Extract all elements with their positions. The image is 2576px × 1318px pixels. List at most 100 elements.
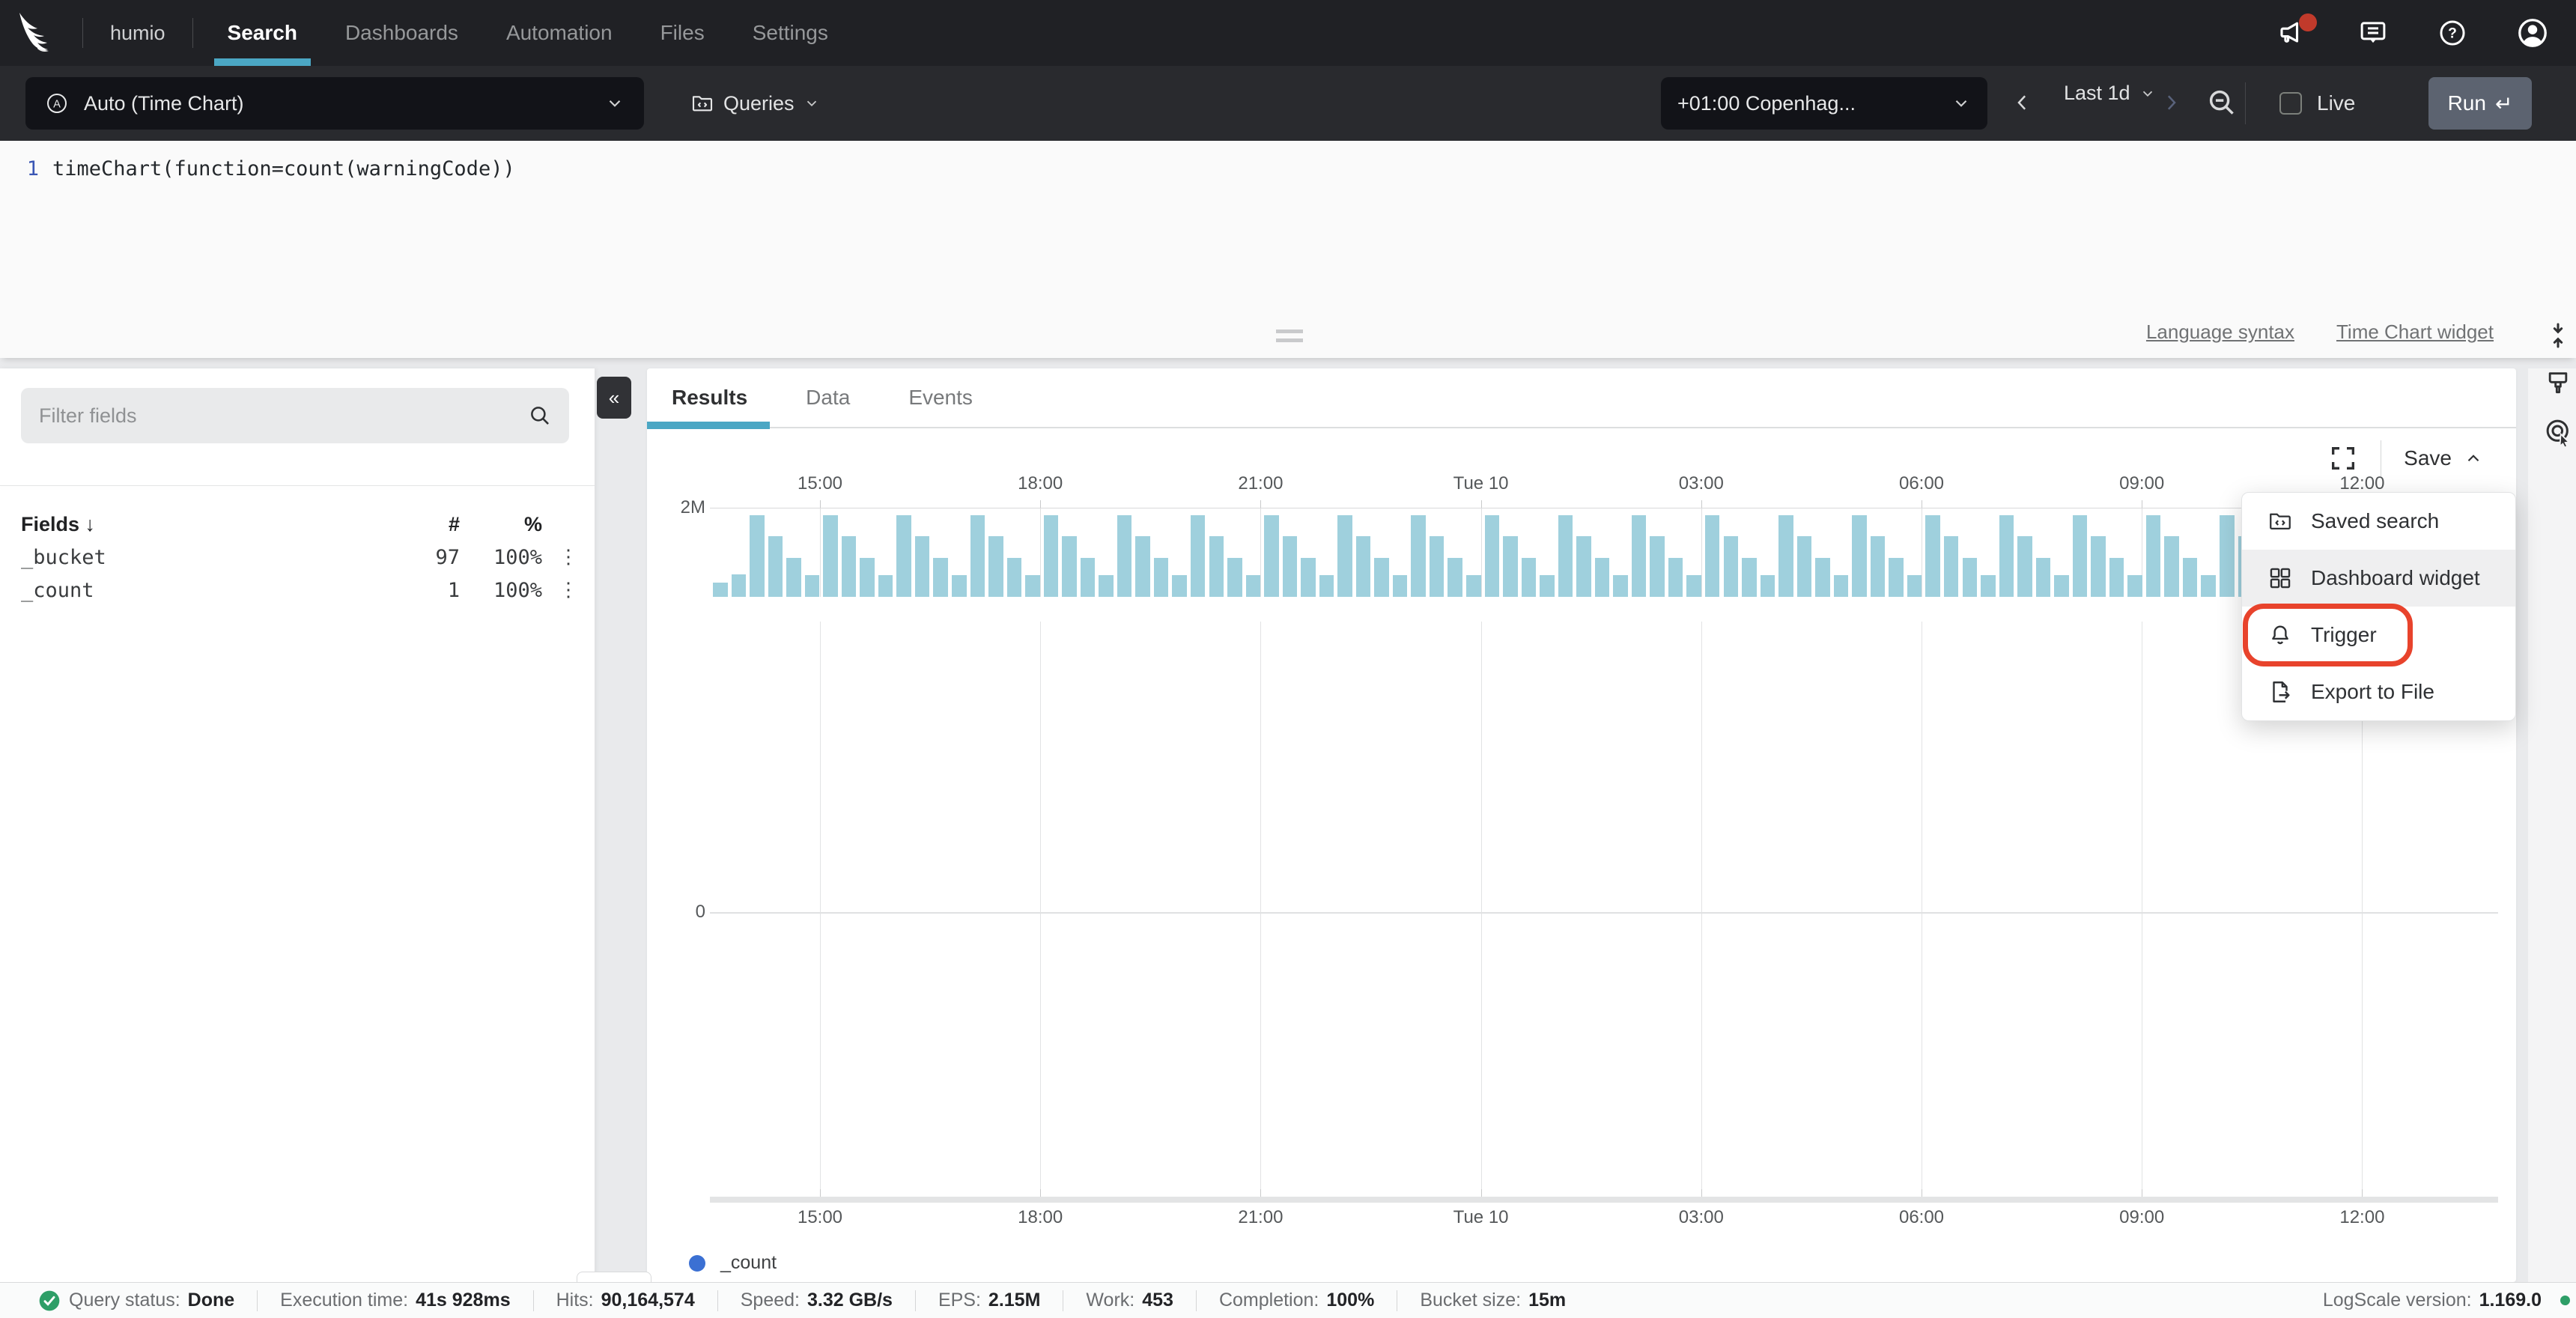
field-kebab-menu-icon[interactable]: ⋮	[542, 546, 595, 568]
histogram-bar[interactable]	[1852, 515, 1867, 598]
histogram-bar[interactable]	[1907, 575, 1922, 597]
account-avatar-icon[interactable]	[2516, 16, 2549, 49]
histogram-bar[interactable]	[970, 515, 985, 598]
histogram-bar[interactable]	[1411, 515, 1426, 598]
filter-fields-input[interactable]	[21, 404, 527, 428]
histogram-bar[interactable]	[1430, 536, 1445, 597]
histogram-bar[interactable]	[1337, 515, 1352, 598]
histogram-bar[interactable]	[1999, 515, 2014, 598]
repo-name[interactable]: humio	[110, 22, 165, 45]
histogram-bar[interactable]	[2201, 575, 2216, 597]
nav-item-search[interactable]: Search	[228, 0, 297, 66]
histogram-bar[interactable]	[1099, 575, 1114, 597]
histogram-bar[interactable]	[2220, 515, 2235, 598]
histogram-bar[interactable]	[1558, 515, 1573, 598]
nav-item-settings[interactable]: Settings	[753, 0, 828, 66]
save-menu-item-export-to-file[interactable]: Export to File	[2242, 663, 2515, 720]
feedback-chat-icon[interactable]	[2357, 17, 2389, 49]
histogram-bar[interactable]	[1301, 558, 1316, 597]
histogram-bar[interactable]	[732, 574, 747, 597]
language-syntax-link[interactable]: Language syntax	[2146, 321, 2294, 344]
histogram-bar[interactable]	[1227, 558, 1242, 597]
histogram-bar[interactable]	[2091, 536, 2106, 597]
histogram-bar[interactable]	[1025, 575, 1040, 597]
collapse-fields-panel-button[interactable]: «	[597, 377, 631, 419]
filter-fields-inputwrap[interactable]	[21, 388, 569, 443]
histogram-bar[interactable]	[1044, 515, 1059, 598]
histogram-bar[interactable]	[750, 515, 765, 598]
histogram-bar[interactable]	[713, 583, 728, 597]
announcements-megaphone-icon[interactable]	[2276, 16, 2309, 49]
histogram-bar[interactable]	[1209, 536, 1224, 597]
histogram-bar[interactable]	[1117, 515, 1132, 598]
query-text[interactable]: timeChart(function=count(warningCode))	[52, 157, 515, 180]
histogram-bar[interactable]	[2036, 558, 2051, 597]
tab-data[interactable]: Data	[806, 368, 850, 428]
histogram-bar[interactable]	[1007, 558, 1022, 597]
fields-table-header[interactable]: Fields ↓ # %	[0, 508, 595, 541]
histogram-bar[interactable]	[952, 575, 967, 597]
run-button[interactable]: Run ↵	[2428, 77, 2532, 130]
histogram-bar[interactable]	[1503, 536, 1518, 597]
histogram-bar[interactable]	[1319, 575, 1334, 597]
histogram-bar[interactable]	[805, 575, 820, 597]
histogram-bar[interactable]	[1135, 536, 1150, 597]
zoom-out-icon[interactable]	[2205, 83, 2239, 122]
time-chart-widget-link[interactable]: Time Chart widget	[2336, 321, 2494, 344]
histogram-bar[interactable]	[1944, 536, 1959, 597]
histogram-bar[interactable]	[1761, 575, 1775, 597]
histogram-bar[interactable]	[1650, 536, 1665, 597]
histogram-bar[interactable]	[1981, 575, 1996, 597]
save-menu-item-dashboard-widget[interactable]: Dashboard widget	[2242, 550, 2515, 607]
histogram-bar[interactable]	[1705, 515, 1720, 598]
percent-column-header[interactable]: %	[460, 513, 542, 536]
nav-item-automation[interactable]: Automation	[506, 0, 613, 66]
timezone-selector[interactable]: +01:00 Copenhag...	[1661, 77, 1987, 130]
histogram-bar[interactable]	[1448, 558, 1462, 597]
time-forward-button[interactable]	[2160, 87, 2182, 118]
histogram-bar[interactable]	[768, 536, 783, 597]
histogram-bar[interactable]	[988, 536, 1003, 597]
histogram-bar[interactable]	[1632, 515, 1647, 598]
time-back-button[interactable]	[2011, 87, 2034, 118]
live-checkbox[interactable]: Live	[2279, 91, 2355, 115]
histogram-bar[interactable]	[1540, 575, 1555, 597]
histogram-bar[interactable]	[2073, 515, 2088, 598]
editor-resize-handle[interactable]	[1276, 330, 1303, 347]
histogram-bar[interactable]	[1374, 558, 1389, 597]
queries-menu[interactable]: Queries	[690, 77, 820, 130]
histogram-bar[interactable]	[1356, 536, 1371, 597]
style-brush-icon[interactable]	[2543, 368, 2573, 398]
field-row[interactable]: _bucket97100%⋮	[0, 541, 595, 574]
histogram-bar[interactable]	[2164, 536, 2179, 597]
histogram-bar[interactable]	[1668, 558, 1683, 597]
histogram-bar[interactable]	[915, 536, 930, 597]
histogram-bar[interactable]	[1595, 558, 1610, 597]
fullscreen-expand-icon[interactable]	[2328, 443, 2358, 473]
tab-results[interactable]: Results	[672, 368, 747, 428]
histogram-bar[interactable]	[2127, 575, 2142, 597]
nav-item-dashboards[interactable]: Dashboards	[345, 0, 458, 66]
field-name[interactable]: _count	[21, 579, 377, 602]
histogram-bar[interactable]	[1062, 536, 1077, 597]
histogram-bar[interactable]	[1264, 515, 1279, 598]
histogram-bar[interactable]	[1466, 575, 1481, 597]
interactions-target-icon[interactable]	[2543, 416, 2575, 448]
help-icon[interactable]: ?	[2437, 17, 2468, 49]
query-editor[interactable]: 1 timeChart(function=count(warningCode))…	[0, 141, 2576, 358]
histogram-bar[interactable]	[878, 575, 893, 597]
histogram-bar[interactable]	[896, 515, 911, 598]
histogram-bar[interactable]	[1889, 558, 1904, 597]
histogram-bar[interactable]	[1797, 536, 1812, 597]
histogram-bar[interactable]	[1172, 575, 1187, 597]
histogram-bar[interactable]	[1246, 575, 1261, 597]
count-column-header[interactable]: #	[377, 513, 460, 536]
histogram-bar[interactable]	[1191, 515, 1206, 598]
histogram-bar[interactable]	[1613, 575, 1628, 597]
field-name[interactable]: _bucket	[21, 546, 377, 569]
field-row[interactable]: _count1100%⋮	[0, 574, 595, 607]
histogram-bar[interactable]	[1081, 558, 1096, 597]
histogram-bar[interactable]	[860, 558, 875, 597]
field-kebab-menu-icon[interactable]: ⋮	[542, 579, 595, 601]
histogram-bar[interactable]	[1686, 575, 1701, 597]
